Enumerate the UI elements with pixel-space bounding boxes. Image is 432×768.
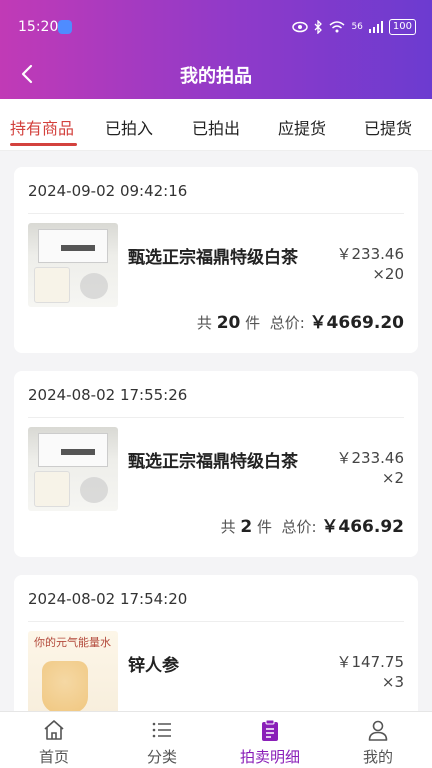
order-summary: 共 20 件 总价: ￥4669.20 bbox=[197, 308, 404, 333]
product-name: 甄选正宗福鼎特级白茶 bbox=[128, 248, 298, 268]
network-type: 56 bbox=[351, 22, 363, 32]
page-title: 我的拍品 bbox=[180, 66, 252, 87]
home-icon bbox=[44, 720, 64, 740]
divider bbox=[28, 213, 404, 214]
bottom-nav-home[interactable]: 首页 bbox=[0, 712, 108, 768]
total-price: ￥4669.20 bbox=[309, 313, 404, 333]
wifi-icon bbox=[329, 21, 345, 33]
order-card[interactable]: 2024-09-02 09:42:16 甄选正宗福鼎特级白茶 ￥233.46 ×… bbox=[14, 167, 418, 353]
product-image-caption: 你的元气能量水 bbox=[34, 636, 111, 649]
order-summary: 共 2 件 总价: ￥466.92 bbox=[221, 512, 404, 537]
product-price: ￥233.46 bbox=[336, 245, 405, 263]
status-bar: 15:20 56 100 bbox=[0, 0, 432, 56]
order-date: 2024-08-02 17:55:26 bbox=[28, 386, 188, 404]
nav-bar: 我的拍品 bbox=[0, 52, 432, 96]
status-time: 15:20 bbox=[18, 19, 59, 35]
notification-app-icon bbox=[58, 20, 72, 34]
bottom-nav-category[interactable]: 分类 bbox=[108, 712, 216, 768]
count-prefix: 共 bbox=[196, 314, 212, 332]
order-card[interactable]: 2024-08-02 17:54:20 你的元气能量水 锌人参 ￥147.75 … bbox=[14, 575, 418, 725]
divider bbox=[28, 417, 404, 418]
header: 15:20 56 100 我的拍品 bbox=[0, 0, 432, 99]
product-price: ￥233.46 bbox=[336, 449, 405, 467]
total-label: 总价: bbox=[281, 518, 317, 536]
tab-sold[interactable]: 已拍出 bbox=[192, 115, 240, 139]
list-icon bbox=[152, 722, 171, 738]
tab-bought[interactable]: 已拍入 bbox=[105, 115, 153, 139]
product-name: 甄选正宗福鼎特级白茶 bbox=[128, 452, 298, 472]
tab-to-pickup[interactable]: 应提货 bbox=[278, 115, 326, 139]
item-count: 20 bbox=[216, 313, 241, 333]
count-suffix: 件 bbox=[256, 518, 272, 536]
product-price: ￥147.75 bbox=[336, 653, 405, 671]
bottom-nav-label: 我的 bbox=[362, 748, 393, 766]
bluetooth-icon bbox=[314, 20, 323, 34]
bottom-nav-label: 首页 bbox=[38, 748, 69, 766]
item-count: 2 bbox=[240, 517, 253, 537]
product-image bbox=[28, 427, 118, 511]
bottom-nav-mine[interactable]: 我的 bbox=[324, 712, 432, 768]
clipboard-icon bbox=[262, 719, 278, 741]
product-quantity: ×20 bbox=[372, 265, 404, 283]
product-image bbox=[28, 223, 118, 307]
status-indicators: 56 100 bbox=[292, 19, 416, 35]
count-suffix: 件 bbox=[245, 314, 261, 332]
order-date: 2024-09-02 09:42:16 bbox=[28, 182, 188, 200]
product-quantity: ×2 bbox=[381, 469, 404, 487]
battery-icon: 100 bbox=[388, 19, 416, 35]
bottom-nav-label: 分类 bbox=[146, 748, 177, 766]
bottom-nav-label: 拍卖明细 bbox=[239, 748, 300, 766]
tab-holding[interactable]: 持有商品 bbox=[10, 115, 74, 139]
order-date: 2024-08-02 17:54:20 bbox=[28, 590, 188, 608]
product-quantity: ×3 bbox=[381, 673, 404, 691]
bottom-nav: 首页 分类 拍卖明细 我的 bbox=[0, 711, 432, 768]
product-name: 锌人参 bbox=[128, 656, 179, 676]
total-price: ￥466.92 bbox=[321, 517, 404, 537]
signal-icon bbox=[368, 21, 383, 33]
bottom-nav-auction-details[interactable]: 拍卖明细 bbox=[216, 712, 324, 768]
count-prefix: 共 bbox=[220, 518, 236, 536]
divider bbox=[28, 621, 404, 622]
total-label: 总价: bbox=[269, 314, 305, 332]
order-card[interactable]: 2024-08-02 17:55:26 甄选正宗福鼎特级白茶 ￥233.46 ×… bbox=[14, 371, 418, 557]
eye-icon bbox=[292, 21, 309, 33]
user-icon bbox=[368, 720, 388, 741]
tab-picked-up[interactable]: 已提货 bbox=[364, 115, 412, 139]
active-tab-indicator bbox=[10, 143, 77, 146]
product-image: 你的元气能量水 bbox=[28, 631, 118, 715]
